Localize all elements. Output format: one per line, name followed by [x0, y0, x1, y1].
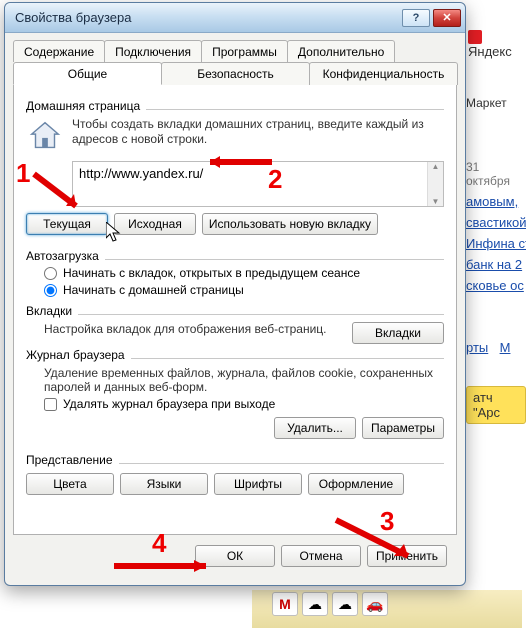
- titlebar[interactable]: Свойства браузера ? ✕: [5, 3, 465, 33]
- homepage-url-box: ▲▼: [72, 161, 444, 207]
- autostart-section: Автозагрузка Начинать с вкладок, открыты…: [26, 249, 444, 300]
- dialog-title: Свойства браузера: [15, 10, 399, 25]
- autostart-tabs-radio[interactable]: [44, 267, 57, 280]
- tab-security[interactable]: Безопасность: [161, 62, 310, 85]
- apply-button[interactable]: Применить: [367, 545, 447, 567]
- tab-connections[interactable]: Подключения: [104, 40, 202, 62]
- bg-tab[interactable]: рты: [466, 340, 488, 355]
- autostart-home-radio[interactable]: [44, 284, 57, 297]
- fonts-button[interactable]: Шрифты: [214, 473, 302, 495]
- tab-programs[interactable]: Программы: [201, 40, 288, 62]
- bg-market: Маркет: [466, 96, 526, 116]
- autostart-tabs-option[interactable]: Начинать с вкладок, открытых в предыдуще…: [44, 266, 444, 280]
- tab-content[interactable]: Содержание: [13, 40, 105, 62]
- dialog-body: Содержание Подключения Программы Дополни…: [5, 33, 465, 585]
- delete-button[interactable]: Удалить...: [274, 417, 356, 439]
- bg-date: 31 октября: [466, 160, 526, 188]
- delete-on-exit-option[interactable]: Удалять журнал браузера при выходе: [44, 397, 444, 411]
- cloud-icon[interactable]: ☁: [302, 592, 328, 616]
- tabs-help: Настройка вкладок для отображения веб-ст…: [44, 322, 352, 336]
- history-section: Журнал браузера Удаление временных файло…: [26, 348, 444, 449]
- yandex-icon: [468, 30, 482, 44]
- general-panel: Домашняя страница Чтобы создать вкладки …: [13, 84, 457, 535]
- formatting-button[interactable]: Оформление: [308, 473, 404, 495]
- bg-map-icons: M ☁ ☁ 🚗: [272, 592, 388, 616]
- yandex-label: Яндекс: [468, 44, 512, 59]
- homepage-help: Чтобы создать вкладки домашних страниц, …: [72, 117, 444, 147]
- use-default-button[interactable]: Исходная: [114, 213, 196, 235]
- car-icon[interactable]: 🚗: [362, 592, 388, 616]
- tabs-section: Вкладки Настройка вкладок для отображени…: [26, 304, 444, 344]
- bg-link[interactable]: свастикой: [466, 215, 526, 230]
- tabs-row-1: Содержание Подключения Программы Дополни…: [13, 39, 457, 61]
- autostart-tabs-label: Начинать с вкладок, открытых в предыдуще…: [63, 266, 360, 280]
- bg-link[interactable]: сковье ос: [466, 278, 526, 293]
- close-button[interactable]: ✕: [433, 9, 461, 27]
- homepage-url-input[interactable]: [73, 162, 427, 206]
- bg-yellow-badge: атч "Арс: [466, 386, 526, 424]
- languages-button[interactable]: Языки: [120, 473, 208, 495]
- bg-link[interactable]: банк на 2: [466, 257, 526, 272]
- tab-privacy[interactable]: Конфиденциальность: [309, 62, 458, 85]
- bg-link[interactable]: амовым,: [466, 194, 526, 209]
- metro-icon[interactable]: M: [272, 592, 298, 616]
- cloud2-icon[interactable]: ☁: [332, 592, 358, 616]
- autostart-group-label: Автозагрузка: [26, 249, 99, 263]
- tabs-row-2: Общие Безопасность Конфиденциальность: [13, 61, 457, 84]
- ok-button[interactable]: ОК: [195, 545, 275, 567]
- appearance-section: Представление Цвета Языки Шрифты Оформле…: [26, 453, 444, 505]
- delete-on-exit-checkbox[interactable]: [44, 398, 57, 411]
- history-params-button[interactable]: Параметры: [362, 417, 444, 439]
- scrollbar[interactable]: ▲▼: [427, 162, 443, 206]
- tabs-group-label: Вкладки: [26, 304, 72, 318]
- bg-link[interactable]: Инфина ст: [466, 236, 526, 251]
- colors-button[interactable]: Цвета: [26, 473, 114, 495]
- tabs-button[interactable]: Вкладки: [352, 322, 444, 344]
- autostart-home-option[interactable]: Начинать с домашней страницы: [44, 283, 444, 297]
- tab-advanced[interactable]: Дополнительно: [287, 40, 395, 62]
- delete-on-exit-label: Удалять журнал браузера при выходе: [63, 397, 275, 411]
- home-icon: [26, 117, 64, 155]
- bg-market-label: Маркет: [466, 96, 526, 110]
- history-help: Удаление временных файлов, журнала, файл…: [44, 366, 444, 394]
- dialog-footer: ОК Отмена Применить: [13, 535, 457, 577]
- help-button[interactable]: ?: [402, 9, 430, 27]
- tab-general[interactable]: Общие: [13, 62, 162, 85]
- appearance-group-label: Представление: [26, 453, 113, 467]
- homepage-group-label: Домашняя страница: [26, 99, 140, 113]
- use-newtab-button[interactable]: Использовать новую вкладку: [202, 213, 378, 235]
- browser-properties-dialog: Свойства браузера ? ✕ Содержание Подключ…: [4, 2, 466, 586]
- cancel-button[interactable]: Отмена: [281, 545, 361, 567]
- homepage-section: Домашняя страница Чтобы создать вкладки …: [26, 99, 444, 245]
- history-group-label: Журнал браузера: [26, 348, 125, 362]
- bg-tab[interactable]: М: [500, 340, 511, 355]
- bg-yandex: Яндекс: [468, 28, 526, 59]
- use-current-button[interactable]: Текущая: [26, 213, 108, 235]
- autostart-home-label: Начинать с домашней страницы: [63, 283, 244, 297]
